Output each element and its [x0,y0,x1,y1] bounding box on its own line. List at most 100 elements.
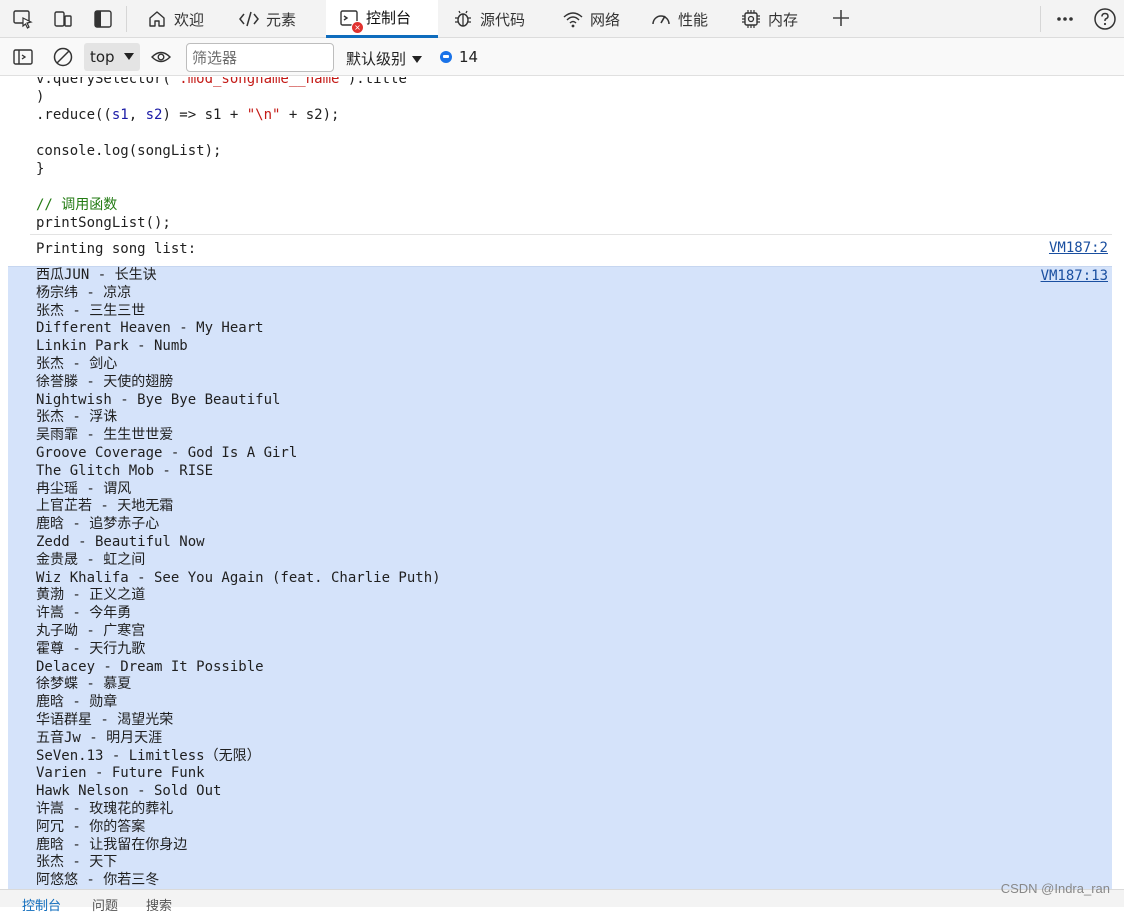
tab-sources[interactable]: 源代码 [446,0,550,38]
divider [1040,6,1041,32]
devtools-tabbar: 欢迎 元素 × 控制台 源代码 网络 性能 内存 [0,0,1124,38]
dock-sidebar-icon[interactable] [90,6,116,32]
song-line: 杨宗纬 - 凉凉 [36,284,132,301]
clear-console-icon[interactable] [50,44,76,70]
song-line: 张杰 - 浮诛 [36,409,118,426]
song-list: 西瓜JUN - 长生诀 杨宗纬 - 凉凉 张杰 - 三生三世 Different He… [36,267,441,889]
tab-memory[interactable]: 内存 [736,0,820,38]
code-text: console.log(songList); [36,143,222,159]
code-string: '.mod_songname__name' [170,77,348,87]
song-line: 鹿晗 - 勋章 [36,694,118,711]
song-line: 阿悠悠 - 你若三冬 [36,872,160,889]
code-text: printSongList(); [36,215,171,231]
context-value: top [90,48,115,66]
code-text: .reduce(( [36,107,112,123]
drawer-tab-search[interactable]: 搜索 [146,895,172,914]
song-line: 徐誉滕 - 天使的翅膀 [36,373,174,390]
song-line: 鹿晗 - 追梦赤子心 [36,516,160,533]
song-line: 张杰 - 剑心 [36,355,118,372]
song-line: 西瓜JUN - 长生诀 [36,267,157,283]
song-line: Linkin Park - Numb [36,338,188,355]
song-line: 徐梦蝶 - 慕夏 [36,676,132,693]
console-icon: × [338,7,364,34]
console-toolbar: top 默认级别 14 [0,38,1124,76]
bottom-drawer: 控制台 问题 搜索 [0,889,1124,914]
tab-label: 内存 [768,10,799,29]
song-line: 张杰 - 三生三世 [36,302,146,319]
watermark: CSDN @Indra_ran [1000,881,1110,896]
help-icon[interactable] [1092,6,1118,32]
song-line: 华语群星 - 渴望光荣 [36,711,174,728]
song-line: Varien - Future Funk [36,765,205,782]
code-text: ) [36,89,45,105]
song-line: SeVen.13 - Limitless（无限） [36,747,261,764]
code-text: ).title [347,77,407,87]
gauge-icon [650,8,672,30]
drawer-tab-issues[interactable]: 问题 [92,895,118,914]
song-line: Different Heaven - My Heart [36,320,264,337]
chip-icon [740,8,762,30]
song-line: 吴雨霏 - 生生世世爱 [36,427,174,444]
bug-icon [452,8,474,30]
song-line: 上官芷若 - 天地无霜 [36,498,174,515]
tab-console[interactable]: × 控制台 [326,0,438,38]
source-link[interactable]: VM187:13 [1041,268,1108,284]
console-output[interactable]: v.querySelector('.mod_songname__name').t… [0,77,1124,889]
divider [126,6,127,32]
inspect-element-icon[interactable] [10,6,36,32]
song-line: 许嵩 - 玫瑰花的葬礼 [36,800,174,817]
wifi-icon [562,8,584,30]
song-line: 丸子呦 - 广寒宫 [36,622,146,639]
song-line: 张杰 - 天下 [36,854,118,871]
song-line: Nightwish - Bye Bye Beautiful [36,391,281,408]
song-line: The Glitch Mob - RISE [36,462,214,479]
source-link[interactable]: VM187:2 [1049,240,1108,256]
song-line: 阿冗 - 你的答案 [36,818,146,835]
message-bubble-icon [440,51,452,63]
song-line: Hawk Nelson - Sold Out [36,783,222,800]
tab-label: 欢迎 [174,10,205,29]
issues-count: 14 [459,48,479,66]
add-tab-icon[interactable] [830,7,852,33]
song-line: 霍尊 - 天行九歌 [36,640,146,657]
filter-input[interactable] [186,43,334,72]
code-text: } [36,161,45,177]
song-line: 金贵晟 - 虹之间 [36,551,146,568]
drawer-tab-console[interactable]: 控制台 [22,895,61,914]
code-param: s2 [145,107,163,123]
song-line: 鹿晗 - 让我留在你身边 [36,836,188,853]
context-selector[interactable]: top [84,43,140,71]
tab-elements[interactable]: 元素 [232,0,316,38]
tab-label: 网络 [590,10,621,29]
code-text: v.querySelector( [36,77,171,87]
tab-welcome[interactable]: 欢迎 [140,0,224,38]
song-line: Delacey - Dream It Possible [36,658,264,675]
song-line: 黄渤 - 正义之道 [36,587,146,604]
tab-network[interactable]: 网络 [558,0,640,38]
chevron-down-icon [124,53,134,60]
tab-label: 元素 [266,10,297,29]
code-comment: // 调用函数 [36,197,118,213]
code-tag-icon [238,8,260,30]
tab-label: 源代码 [480,10,526,29]
song-line: 许嵩 - 今年勇 [36,605,132,622]
device-emulation-icon[interactable] [50,6,76,32]
show-sidebar-icon[interactable] [10,44,36,70]
song-line: 冉尘瑶 - 谓风 [36,480,132,497]
more-options-icon[interactable] [1052,6,1078,32]
log-message-printing: Printing song list: [36,241,197,257]
code-param: s1 [111,107,129,123]
song-line: Groove Coverage - God Is A Girl [36,444,298,461]
tab-performance[interactable]: 性能 [646,0,728,38]
issues-counter[interactable]: 14 [440,48,478,66]
log-level-label: 默认级别 [346,50,407,68]
code-string: "\n" [246,107,281,123]
code-echo: v.querySelector('.mod_songname__name').t… [36,77,407,232]
code-text: , [128,107,146,123]
log-level-dropdown[interactable]: 默认级别 [346,48,423,69]
tab-label: 控制台 [366,9,412,27]
code-text: ) => s1 + [162,107,247,123]
tab-label: 性能 [678,10,709,29]
live-expression-eye-icon[interactable] [148,44,174,70]
song-line: Zedd - Beautiful Now [36,533,205,550]
